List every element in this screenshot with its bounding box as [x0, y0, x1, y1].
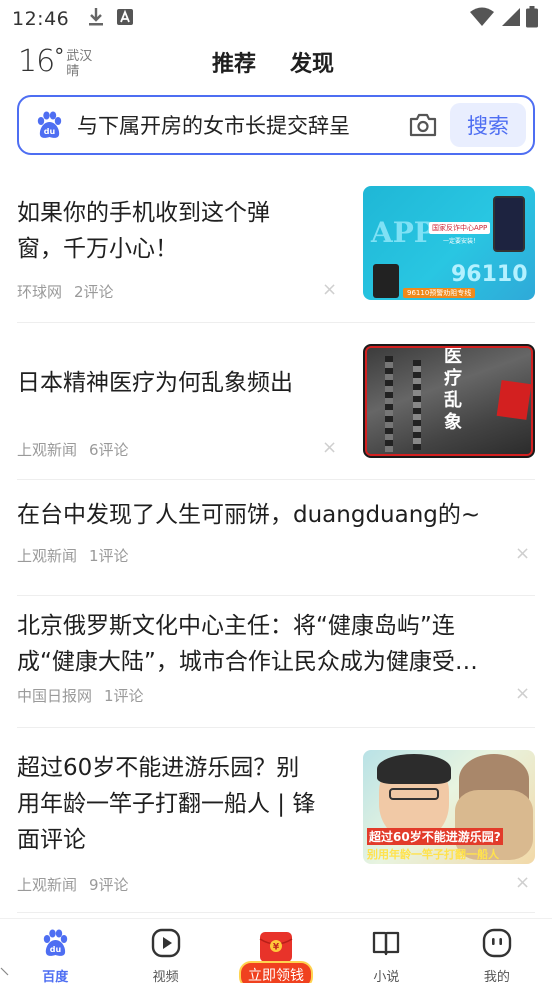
search-input[interactable]: 与下属开房的女市长提交辞呈 — [77, 110, 387, 140]
status-time: 12:46 — [12, 8, 70, 30]
book-icon — [371, 928, 401, 962]
search-button[interactable]: 搜索 — [450, 103, 526, 147]
svg-text:du: du — [44, 127, 56, 136]
dismiss-icon[interactable]: × — [322, 437, 337, 458]
list-item[interactable]: 超过60岁不能进游乐园？别 用年龄一竿子打翻一船人 | 锋 面评论 上观新闻 9… — [17, 728, 535, 913]
header: 16 ° 武汉 晴 推荐 发现 — [0, 40, 552, 86]
top-tabs: 推荐 发现 — [212, 46, 334, 78]
promo-badge: 立即领钱 — [239, 961, 314, 983]
search-box[interactable]: du 与下属开房的女市长提交辞呈 搜索 — [17, 95, 535, 155]
dismiss-icon[interactable]: × — [322, 279, 337, 300]
list-item[interactable]: 如果你的手机收到这个弹 窗，千万小心！ 环球网 2评论 × APP 国家反诈中心… — [17, 164, 535, 323]
tab-recommend[interactable]: 推荐 — [212, 46, 256, 78]
nav-baidu[interactable]: du 百度 — [0, 919, 110, 983]
download-icon — [87, 7, 105, 31]
nav-get-money[interactable]: ¥ 立即领钱 — [221, 919, 331, 983]
news-meta: 环球网 2评论 — [17, 281, 114, 302]
news-title: 北京俄罗斯文化中心主任：将“健康岛屿”连 成“健康大陆”，城市合作让民众成为健康… — [17, 613, 478, 675]
comment-count: 1评论 — [89, 547, 129, 565]
nav-label: 视频 — [152, 970, 179, 983]
news-source: 中国日报网 — [17, 687, 93, 705]
comment-count: 2评论 — [74, 283, 114, 301]
nav-video[interactable]: 视频 — [110, 919, 220, 983]
weather-condition: 晴 — [66, 64, 80, 79]
news-thumbnail: APP 国家反诈中心APP 一定要安装！ 96110 96110预警劝阻专线 — [363, 186, 535, 300]
news-meta: 上观新闻 9评论 — [17, 874, 129, 895]
city-name: 武汉 — [66, 49, 93, 64]
nav-label: 小说 — [373, 970, 400, 983]
comment-count: 6评论 — [89, 441, 129, 459]
comment-count: 9评论 — [89, 876, 129, 894]
weather-widget[interactable]: 16 ° 武汉 晴 — [18, 44, 92, 80]
camera-icon[interactable] — [407, 109, 439, 141]
corner-icon — [0, 962, 10, 981]
battery-icon — [526, 6, 538, 32]
news-feed: 如果你的手机收到这个弹 窗，千万小心！ 环球网 2评论 × APP 国家反诈中心… — [0, 164, 552, 913]
profile-face-icon — [482, 928, 512, 962]
degree-symbol: ° — [54, 44, 65, 68]
bottom-nav: du 百度 视频 ¥ 立即领钱 小说 我的 — [0, 918, 552, 983]
dismiss-icon[interactable]: × — [515, 683, 530, 704]
news-title: 在台中发现了人生可丽饼，duangduang的~ — [17, 502, 481, 528]
news-meta: 中国日报网 1评论 — [17, 685, 144, 706]
news-meta: 上观新闻 1评论 — [17, 545, 129, 566]
wifi-icon — [470, 7, 494, 31]
list-item[interactable]: 日本精神医疗为何乱象频出 上观新闻 6评论 × 医 疗 乱 象 — [17, 323, 535, 480]
dismiss-icon[interactable]: × — [515, 872, 530, 893]
baidu-paw-icon: du — [33, 109, 65, 141]
status-bar: 12:46 — [0, 0, 552, 38]
news-meta: 上观新闻 6评论 — [17, 439, 129, 460]
news-source: 上观新闻 — [17, 547, 78, 565]
list-item[interactable]: 北京俄罗斯文化中心主任：将“健康岛屿”连 成“健康大陆”，城市合作让民众成为健康… — [17, 596, 535, 728]
news-thumbnail: 医 疗 乱 象 — [363, 344, 535, 458]
dismiss-icon[interactable]: × — [515, 543, 530, 564]
news-thumbnail: 超过60岁不能进游乐园? 别用年龄一竿子打翻一船人 — [363, 750, 535, 864]
nav-label: 我的 — [483, 970, 510, 983]
signal-icon — [500, 7, 520, 31]
baidu-paw-icon: du — [40, 928, 70, 962]
comment-count: 1评论 — [104, 687, 144, 705]
news-source: 环球网 — [17, 283, 63, 301]
news-title: 如果你的手机收到这个弹 窗，千万小心！ — [17, 200, 270, 262]
svg-text:¥: ¥ — [273, 943, 280, 953]
news-title: 超过60岁不能进游乐园？别 用年龄一竿子打翻一船人 | 锋 面评论 — [17, 755, 316, 853]
news-title: 日本精神医疗为何乱象频出 — [17, 370, 293, 396]
nav-label: 百度 — [42, 970, 69, 983]
news-source: 上观新闻 — [17, 441, 78, 459]
a-notification-icon — [117, 9, 134, 29]
list-item[interactable]: 在台中发现了人生可丽饼，duangduang的~ 上观新闻 1评论 × — [17, 480, 535, 596]
temperature: 16 — [18, 44, 55, 79]
nav-profile[interactable]: 我的 — [442, 919, 552, 983]
news-source: 上观新闻 — [17, 876, 78, 894]
svg-text:du: du — [50, 945, 62, 954]
tab-discover[interactable]: 发现 — [290, 46, 334, 78]
video-play-icon — [151, 928, 181, 962]
nav-novel[interactable]: 小说 — [331, 919, 441, 983]
